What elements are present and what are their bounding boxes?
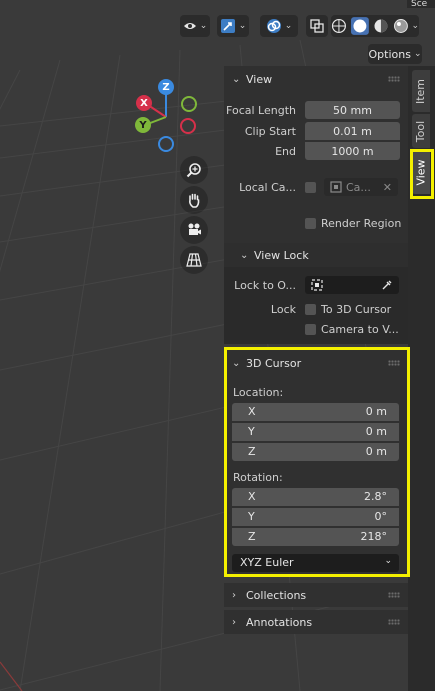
local-camera-field[interactable]: Ca... ✕	[324, 178, 398, 196]
visibility-icon	[183, 23, 196, 29]
render-region-checkbox[interactable]	[305, 218, 316, 229]
material-shading-icon[interactable]	[373, 18, 389, 34]
drag-handle-icon[interactable]	[388, 76, 400, 82]
local-camera-value: Ca...	[346, 180, 371, 194]
chevron-down-icon: ⌄	[232, 73, 241, 85]
y-axis-label: Y	[139, 119, 147, 131]
chevron-down-icon: ⌄	[240, 249, 249, 261]
collections-title: Collections	[246, 588, 307, 602]
clip-start-field[interactable]: 0.01 m	[305, 122, 400, 140]
z-axis-label: Z	[162, 81, 170, 93]
options-button[interactable]: Options ⌄	[368, 44, 422, 64]
camera-to-view-checkbox[interactable]	[305, 324, 316, 335]
perspective-toggle-tool[interactable]	[180, 246, 208, 274]
visibility-button[interactable]: ⌄	[180, 15, 210, 37]
eyedropper-icon[interactable]	[381, 279, 393, 291]
lock-to-object-field[interactable]	[305, 276, 399, 294]
neg-y-axis-gizmo[interactable]	[181, 96, 197, 112]
view-panel-title: View	[246, 72, 273, 86]
solid-shading-icon[interactable]	[350, 17, 369, 35]
annotations-panel[interactable]: › Annotations	[224, 610, 408, 634]
drag-handle-icon[interactable]	[388, 592, 400, 598]
tab-item[interactable]: Item	[412, 70, 430, 112]
camera-to-view-label: Camera to V...	[321, 323, 399, 336]
x-axis-label: X	[140, 97, 148, 109]
xray-toggle-button[interactable]	[306, 15, 328, 37]
wireframe-shading-icon[interactable]	[331, 18, 347, 34]
shading-mode-group: ⌄	[331, 15, 419, 37]
overlay-icon	[266, 19, 281, 33]
clip-start-label: Clip Start	[244, 125, 296, 138]
grid-icon	[186, 253, 202, 267]
y-axis-gizmo[interactable]: Y	[135, 117, 151, 133]
camera-object-icon	[330, 181, 342, 193]
drag-handle-icon[interactable]	[388, 619, 400, 625]
clear-icon[interactable]: ✕	[383, 181, 392, 194]
chevron-right-icon: ›	[232, 589, 236, 601]
focal-length-field[interactable]: 50 mm	[305, 101, 400, 119]
collections-panel[interactable]: › Collections	[224, 583, 408, 607]
chevron-right-icon: ›	[232, 616, 236, 628]
pan-tool[interactable]	[180, 186, 208, 214]
gizmo-toggle-button[interactable]: ⌄	[217, 15, 249, 37]
focal-length-label: Focal Length	[226, 104, 296, 117]
clip-end-field[interactable]: 1000 m	[305, 142, 400, 160]
xray-icon	[310, 19, 324, 33]
highlight-3d-cursor-panel	[224, 347, 410, 577]
scene-label[interactable]: Sce	[407, 0, 435, 8]
tab-item-label: Item	[414, 78, 428, 104]
annotations-title: Annotations	[246, 615, 313, 629]
view-panel-header[interactable]: ⌄ View	[224, 66, 408, 92]
rendered-shading-icon[interactable]	[393, 18, 409, 34]
gizmo-icon	[220, 19, 235, 33]
neg-z-axis-gizmo[interactable]	[158, 136, 174, 152]
hand-icon	[189, 193, 200, 208]
render-region-label: Render Region	[321, 217, 402, 230]
object-icon	[311, 279, 323, 291]
z-axis-gizmo[interactable]: Z	[158, 79, 174, 95]
lock-label: Lock	[270, 303, 296, 316]
local-camera-label: Local Ca...	[239, 181, 296, 194]
lock-to-3d-cursor-label: To 3D Cursor	[321, 303, 392, 316]
overlay-toggle-button[interactable]: ⌄	[260, 15, 298, 37]
x-axis-gizmo[interactable]: X	[136, 95, 152, 111]
camera-icon	[188, 223, 201, 235]
lock-to-object-label: Lock to O...	[234, 279, 296, 292]
highlight-view-tab	[410, 149, 434, 199]
clip-end-label: End	[275, 145, 296, 158]
lock-to-3d-cursor-checkbox[interactable]	[305, 304, 316, 315]
view-lock-header[interactable]: ⌄ View Lock	[224, 243, 408, 267]
zoom-icon	[186, 163, 201, 178]
viewport-header: Sce ⌄ ⌄ ⌄ ⌄	[0, 0, 435, 40]
zoom-tool[interactable]	[180, 156, 208, 184]
neg-x-axis-gizmo[interactable]	[180, 118, 196, 134]
tab-tool-label: Tool	[414, 120, 428, 142]
options-label: Options	[368, 47, 411, 61]
camera-view-tool[interactable]	[180, 216, 208, 244]
local-camera-checkbox[interactable]	[305, 182, 316, 193]
view-lock-title: View Lock	[254, 248, 309, 262]
tab-tool[interactable]: Tool	[412, 114, 430, 148]
